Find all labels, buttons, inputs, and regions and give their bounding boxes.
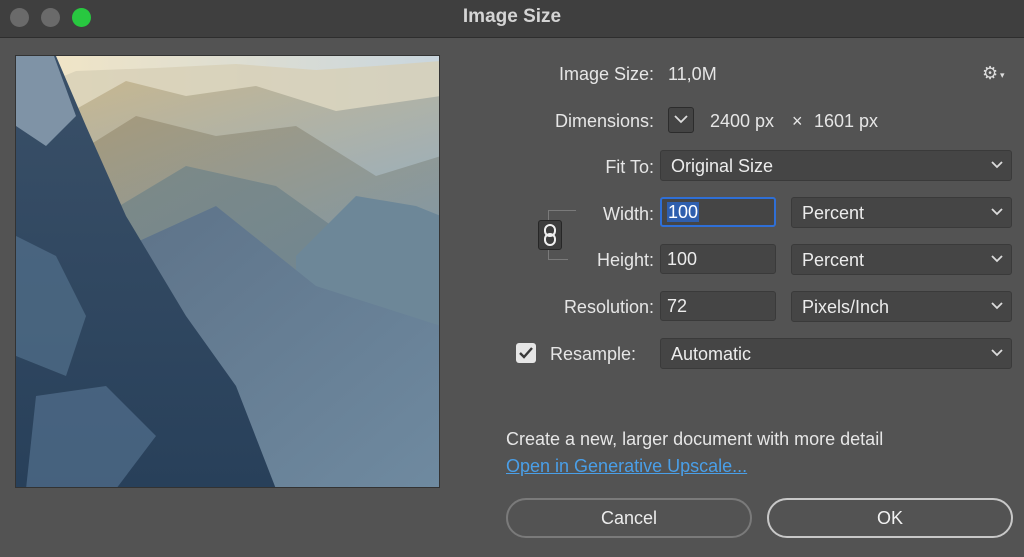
- resolution-label: Resolution:: [563, 297, 654, 317]
- chevron-down-icon: [991, 161, 1003, 169]
- dimensions-width-value: 2400 px: [710, 111, 775, 131]
- ok-button[interactable]: OK: [767, 498, 1013, 538]
- constrain-bracket-bottom: [548, 250, 568, 260]
- height-unit-select[interactable]: Percent: [791, 244, 1012, 275]
- upscale-description: Create a new, larger document with more …: [506, 429, 884, 449]
- dimensions-height-value: 1601 px: [814, 111, 879, 131]
- gear-menu-chevron-icon: ▾: [1000, 70, 1005, 80]
- resolution-unit-select[interactable]: Pixels/Inch: [791, 291, 1012, 322]
- constrain-bracket-top: [548, 210, 576, 220]
- resolution-unit-value: Pixels/Inch: [802, 297, 890, 317]
- resolution-input[interactable]: 72: [660, 291, 776, 321]
- chevron-down-icon: [991, 349, 1003, 357]
- width-unit-value: Percent: [802, 203, 865, 223]
- fit-to-select[interactable]: Original Size: [660, 150, 1012, 181]
- checkmark-icon: [519, 347, 533, 359]
- image-size-value: 11,0M: [668, 64, 717, 84]
- width-unit-select[interactable]: Percent: [791, 197, 1012, 228]
- chain-link-icon: [544, 224, 556, 246]
- chevron-down-icon: [674, 115, 688, 124]
- height-label: Height:: [596, 250, 654, 270]
- gear-icon[interactable]: ⚙: [982, 63, 998, 84]
- image-size-label: Image Size:: [558, 64, 654, 84]
- height-value: 100: [667, 249, 698, 269]
- width-value: 100: [667, 202, 700, 222]
- resample-checkbox[interactable]: [516, 343, 536, 363]
- fit-to-label: Fit To:: [605, 157, 654, 177]
- width-input[interactable]: 100: [660, 197, 776, 227]
- constrain-proportions-button[interactable]: [538, 220, 562, 250]
- cancel-button[interactable]: Cancel: [506, 498, 752, 538]
- resample-select[interactable]: Automatic: [660, 338, 1012, 369]
- image-preview: [15, 55, 440, 488]
- height-input[interactable]: 100: [660, 244, 776, 274]
- chevron-down-icon: [991, 302, 1003, 310]
- fit-to-value: Original Size: [671, 156, 774, 176]
- resample-label: Resample:: [550, 344, 637, 364]
- dimensions-label: Dimensions:: [554, 111, 654, 131]
- height-unit-value: Percent: [802, 250, 865, 270]
- window-title: Image Size: [462, 6, 562, 27]
- dimensions-times-sign: ×: [792, 111, 803, 131]
- width-label: Width:: [602, 204, 654, 224]
- chevron-down-icon: [991, 208, 1003, 216]
- preview-landscape-image: [16, 56, 439, 487]
- chevron-down-icon: [991, 255, 1003, 263]
- resample-value: Automatic: [671, 344, 752, 364]
- dimensions-units-dropdown[interactable]: [668, 107, 694, 133]
- generative-upscale-link[interactable]: Open in Generative Upscale...: [506, 456, 747, 477]
- title-bar: Image Size: [0, 0, 1024, 38]
- resolution-value: 72: [667, 296, 688, 316]
